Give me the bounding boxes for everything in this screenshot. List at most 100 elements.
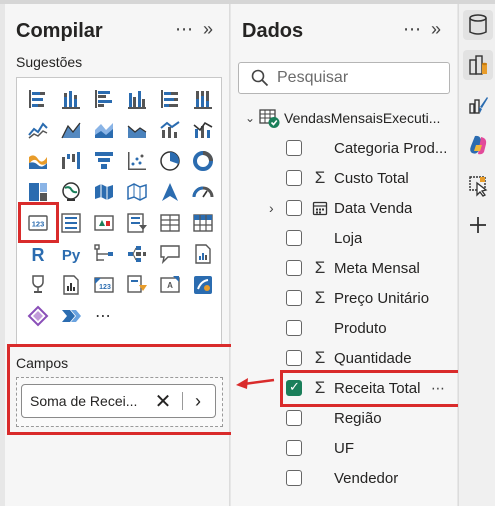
field-row[interactable]: Categoria Prod... — [231, 133, 457, 163]
field-checkbox[interactable] — [286, 170, 302, 186]
svg-text:A: A — [167, 281, 173, 290]
card-visual-highlight — [18, 202, 59, 243]
svg-text:R: R — [31, 245, 44, 265]
double-chevron-right-icon[interactable]: » — [203, 18, 213, 40]
r-visual-icon[interactable]: R — [23, 239, 52, 269]
table-visual-icon[interactable] — [155, 208, 184, 238]
fields-label: Campos — [16, 355, 69, 371]
field-checkbox[interactable] — [286, 470, 302, 486]
field-pill[interactable]: Soma de Recei... ✕ › — [21, 384, 216, 418]
data-pane: Dados ⋯ » ⌄ VendasMensaisExecuti... Cate… — [231, 4, 463, 506]
kpi-icon[interactable] — [89, 208, 118, 238]
red-arrow-annotation — [236, 378, 275, 389]
field-name: Meta Mensal — [334, 259, 420, 277]
python-visual-icon[interactable]: Py — [56, 239, 85, 269]
field-row[interactable]: Vendedor — [231, 463, 457, 493]
stacked-area-chart-icon[interactable] — [89, 115, 118, 145]
build-pane-actions: ⋯ » — [175, 18, 213, 40]
more-icon[interactable]: ⋯ — [403, 18, 421, 40]
field-checkbox[interactable] — [286, 140, 302, 156]
line-clustered-column-chart-icon[interactable] — [155, 115, 184, 145]
arcgis-icon[interactable] — [188, 270, 217, 300]
clustered-bar-chart-icon[interactable] — [89, 84, 118, 114]
power-automate-icon[interactable] — [56, 301, 85, 331]
area-chart-icon[interactable] — [56, 115, 85, 145]
qa-visual-icon[interactable] — [155, 239, 184, 269]
field-pill-label: Soma de Recei... — [30, 393, 138, 409]
search-input[interactable] — [277, 69, 437, 87]
fields-section: Campos Soma de Recei... ✕ › — [7, 344, 234, 435]
100-percent-bar-chart-icon[interactable] — [155, 84, 184, 114]
field-name: Produto — [334, 319, 387, 337]
key-influencers-icon[interactable] — [89, 239, 118, 269]
field-row[interactable]: Σ Meta Mensal — [231, 253, 457, 283]
chevron-right-icon[interactable]: › — [189, 391, 207, 412]
build-pane-title: Compilar — [16, 20, 103, 42]
more-visuals-icon[interactable]: ⋯ — [89, 301, 118, 331]
ribbon-chart-icon[interactable] — [23, 146, 52, 176]
azure-map-icon[interactable] — [155, 177, 184, 207]
copilot-icon[interactable] — [463, 130, 493, 160]
stacked-column-chart-icon[interactable] — [56, 84, 85, 114]
100-percent-column-chart-icon[interactable] — [188, 84, 217, 114]
map-icon[interactable] — [56, 177, 85, 207]
field-row[interactable]: Região — [231, 403, 457, 433]
paginated-report-icon[interactable] — [188, 239, 217, 269]
field-row[interactable]: Σ Preço Unitário — [231, 283, 457, 313]
field-checkbox[interactable] — [286, 350, 302, 366]
field-checkbox[interactable] — [286, 440, 302, 456]
svg-text:Py: Py — [61, 247, 80, 264]
multi-row-card-icon[interactable] — [56, 208, 85, 238]
receita-total-highlight — [280, 370, 463, 407]
field-checkbox[interactable] — [286, 290, 302, 306]
field-checkbox[interactable] — [286, 410, 302, 426]
goals-icon[interactable] — [23, 270, 52, 300]
field-row[interactable]: UF — [231, 433, 457, 463]
area-chart-2-icon[interactable] — [122, 115, 151, 145]
table-node[interactable]: ⌄ VendasMensaisExecuti... — [245, 107, 457, 129]
field-name: Categoria Prod... — [334, 139, 446, 157]
line-stacked-column-chart-icon[interactable] — [188, 115, 217, 145]
data-icon[interactable] — [463, 10, 493, 40]
stacked-bar-chart-icon[interactable] — [23, 84, 52, 114]
shape-map-icon[interactable] — [122, 177, 151, 207]
more-icon[interactable]: ⋯ — [175, 18, 193, 40]
pie-chart-icon[interactable] — [155, 146, 184, 176]
field-row[interactable]: › Data Venda — [231, 193, 457, 223]
field-checkbox[interactable] — [286, 320, 302, 336]
power-apps-icon[interactable] — [23, 301, 52, 331]
funnel-chart-icon[interactable] — [89, 146, 118, 176]
slicer-icon[interactable] — [122, 208, 151, 238]
field-row[interactable]: Σ Custo Total — [231, 163, 457, 193]
field-checkbox[interactable] — [286, 200, 302, 216]
field-row[interactable]: Σ Quantidade — [231, 343, 457, 373]
decomposition-tree-icon[interactable] — [122, 239, 151, 269]
field-row[interactable]: Loja — [231, 223, 457, 253]
double-chevron-right-icon[interactable]: » — [431, 18, 441, 40]
filled-map-icon[interactable] — [89, 177, 118, 207]
field-checkbox[interactable] — [286, 260, 302, 276]
format-icon[interactable] — [463, 50, 493, 80]
select-icon[interactable] — [463, 170, 493, 200]
line-chart-icon[interactable] — [23, 115, 52, 145]
chevron-down-icon[interactable]: ⌄ — [245, 111, 255, 125]
matrix-icon[interactable] — [188, 208, 217, 238]
gauge-icon[interactable] — [188, 177, 217, 207]
waterfall-chart-icon[interactable] — [56, 146, 85, 176]
metrics-icon[interactable]: A — [155, 270, 184, 300]
add-icon[interactable] — [463, 210, 493, 240]
scatter-chart-icon[interactable] — [122, 146, 151, 176]
field-name: Vendedor — [334, 469, 399, 487]
chevron-right-icon[interactable]: › — [269, 200, 274, 216]
data-pane-actions: ⋯ » — [403, 18, 441, 40]
slicer-new-icon[interactable] — [122, 270, 151, 300]
smart-narrative-icon[interactable] — [56, 270, 85, 300]
donut-chart-icon[interactable] — [188, 146, 217, 176]
data-pane-title: Dados — [242, 20, 304, 42]
clustered-column-chart-icon[interactable] — [122, 84, 151, 114]
card-new-icon[interactable]: 123 — [89, 270, 118, 300]
field-row[interactable]: Produto — [231, 313, 457, 343]
format-brush-icon[interactable] — [463, 90, 493, 120]
remove-field-icon[interactable]: ✕ — [150, 389, 176, 414]
field-checkbox[interactable] — [286, 230, 302, 246]
